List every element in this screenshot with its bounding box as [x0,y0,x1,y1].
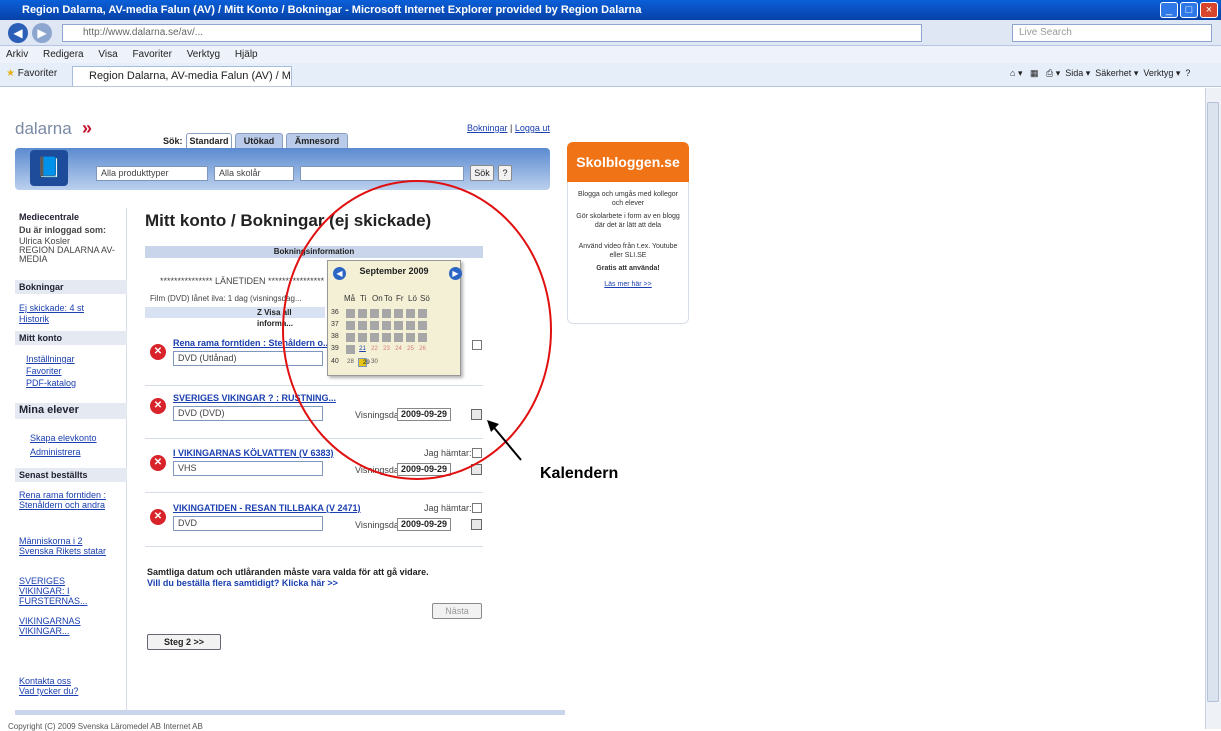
address-input[interactable]: http://www.dalarna.se/av/... [62,24,922,42]
user-org-2: MEDIA [19,254,48,264]
sidebar-item-unsent[interactable]: Ej skickade: 4 st [19,303,84,313]
row-divider [145,492,483,493]
loan-info-text: Film (DVD) lånet ilva: 1 dag (visningsda… [150,294,302,303]
forward-button[interactable]: ▶ [32,23,52,43]
tab-standard[interactable]: Standard [186,133,232,149]
recent-item-1[interactable]: Rena rama forntiden : Stenåldern och and… [19,490,109,510]
sidebar-students-heading: Mina elever [15,403,127,419]
bulk-order-link[interactable]: Vill du beställa flera samtidigt? Klicka… [147,578,338,588]
safety-menu[interactable]: Säkerhet [1095,68,1131,78]
books-icon: 📘 [30,150,68,186]
format-select[interactable]: DVD (DVD) [173,406,323,421]
close-button[interactable]: × [1200,2,1218,18]
sidebar-account-heading: Mitt konto [15,331,127,345]
remove-item-icon[interactable]: ✕ [150,398,166,414]
recent-item-3[interactable]: SVERIGES VIKINGAR: I FURSTERNAS... [19,576,109,606]
ad-line: Blogga och umgås med kollegor och elever [577,191,678,207]
product-type-select[interactable]: Alla produkttyper [96,166,208,181]
sidebar-item-settings[interactable]: Inställningar [26,354,75,364]
menu-tools[interactable]: Verktyg [187,49,220,60]
command-bar: ⌂ ▾ ▦ ⎙ ▾ Sida ▾ Säkerhet ▾ Verktyg ▾ ? [1010,68,1191,78]
next-button[interactable]: Nästa [432,603,482,619]
bookings-link[interactable]: Bokningar [467,123,508,133]
window-titlebar: Region Dalarna, AV-media Falun (AV) / Mi… [0,0,1221,20]
recent-item-2[interactable]: Människorna i 2 Svenska Rikets statar [19,536,109,556]
notice-text: Samtliga datum och utlåranden måste vara… [147,567,429,577]
menu-file[interactable]: Arkiv [6,49,28,60]
search-button[interactable]: Sök [470,165,494,181]
pickup-checkbox[interactable] [472,503,482,513]
scrollbar-thumb[interactable] [1207,102,1219,702]
tools-menu[interactable]: Verktyg [1143,68,1173,78]
footer-bar [15,710,565,715]
grade-select[interactable]: Alla skolår [214,166,294,181]
browser-search-input[interactable]: Live Search [1012,24,1212,42]
minimize-button[interactable]: _ [1160,2,1178,18]
remove-item-icon[interactable]: ✕ [150,344,166,360]
tab-subjects[interactable]: Ämnesord [286,133,348,149]
feedback-link[interactable]: Vad tycker du? [19,686,78,696]
tab-extended[interactable]: Utökad [235,133,283,149]
top-links: Bokningar | Logga ut [467,123,550,133]
item-title[interactable]: I VIKINGARNAS KÖLVATTEN (V 6383) [173,448,334,458]
feeds-icon[interactable]: ▦ [1030,68,1039,78]
item-title[interactable]: VIKINGATIDEN - RESAN TILLBAKA (V 2471) [173,503,361,513]
recent-item-4[interactable]: VIKINGARNAS VIKINGAR... [19,616,109,636]
menu-bar: Arkiv Redigera Visa Favoriter Verktyg Hj… [0,46,1221,63]
site-logo[interactable]: dalarna [15,119,72,139]
sidebar-recent-heading: Senast beställts [15,468,127,482]
help-button[interactable]: ? [498,165,512,181]
format-select[interactable]: VHS [173,461,323,476]
ad-line: Använd video från t.ex. Youtube eller SL… [578,243,678,259]
logo-arrow-icon: » [82,118,93,138]
menu-help[interactable]: Hjälp [235,49,258,60]
help-icon[interactable]: ? [1185,68,1190,78]
search-label: Sök: [163,136,183,146]
sidebar-section-title: Mediecentrale [19,212,80,222]
maximize-button[interactable]: □ [1180,2,1198,18]
menu-view[interactable]: Visa [98,49,117,60]
logout-link[interactable]: Logga ut [515,123,550,133]
ad-readmore-link[interactable]: Läs mer här >> [575,280,681,289]
sidebar-item-administer[interactable]: Administrera [30,447,81,457]
page-menu[interactable]: Sida [1065,68,1083,78]
sidebar-item-pdf[interactable]: PDF-katalog [26,378,76,388]
sidebar-bookings-heading: Bokningar [15,280,127,294]
annotation-arrow [487,420,522,461]
logged-in-label: Du är inloggad som: [19,225,107,235]
ad-line: Gratis att använda! [596,265,660,272]
menu-edit[interactable]: Redigera [43,49,84,60]
step2-button[interactable]: Steg 2 >> [147,634,221,650]
show-date-field[interactable]: 2009-09-29 [397,518,452,531]
sidebar-item-history[interactable]: Historik [19,314,49,324]
print-icon[interactable]: ⎙ [1046,68,1053,78]
sidebar-item-favorites[interactable]: Favoriter [26,366,62,376]
calendar-icon[interactable] [471,519,482,530]
ad-line: Gör skolarbete i form av en blogg där de… [576,213,680,229]
home-icon[interactable]: ⌂ [1010,68,1015,78]
menu-favorites[interactable]: Favoriter [132,49,171,60]
copyright: Copyright (C) 2009 Svenska Läromedel AB … [8,722,203,731]
sidebar-item-create-student[interactable]: Skapa elevkonto [30,433,97,443]
ad-title: Skolbloggen.se [567,142,689,182]
search-text-input[interactable] [300,166,464,181]
browser-tab[interactable]: Region Dalarna, AV-media Falun (AV) / Mi… [72,66,292,86]
remove-item-icon[interactable]: ✕ [150,509,166,525]
back-button[interactable]: ◀ [8,23,28,43]
remove-item-icon[interactable]: ✕ [150,455,166,471]
pickup-label: Jag hämtar: [424,503,472,513]
row-divider [145,546,483,547]
contact-link[interactable]: Kontakta oss [19,676,71,686]
annotation-label: Kalendern [540,465,619,482]
favorites-button[interactable]: ★ Favoriter [6,68,57,79]
star-icon: ★ [6,68,15,79]
format-select[interactable]: DVD [173,516,323,531]
